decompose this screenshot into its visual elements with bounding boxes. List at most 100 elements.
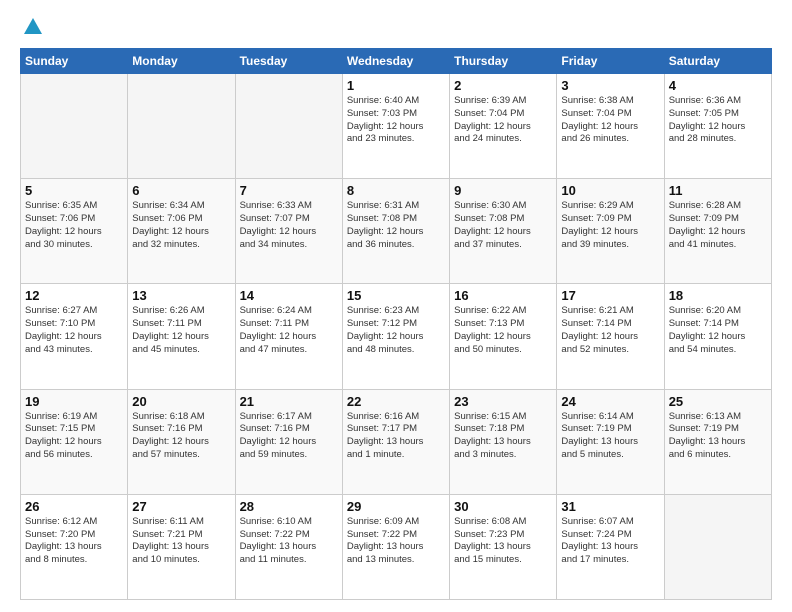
day-number: 17	[561, 288, 659, 303]
calendar-cell: 10Sunrise: 6:29 AM Sunset: 7:09 PM Dayli…	[557, 179, 664, 284]
calendar-cell	[21, 74, 128, 179]
calendar-day-header: Sunday	[21, 49, 128, 74]
day-number: 23	[454, 394, 552, 409]
cell-text: Sunrise: 6:30 AM Sunset: 7:08 PM Dayligh…	[454, 200, 552, 251]
cell-text: Sunrise: 6:13 AM Sunset: 7:19 PM Dayligh…	[669, 411, 767, 462]
cell-text: Sunrise: 6:08 AM Sunset: 7:23 PM Dayligh…	[454, 516, 552, 567]
cell-text: Sunrise: 6:18 AM Sunset: 7:16 PM Dayligh…	[132, 411, 230, 462]
day-number: 29	[347, 499, 445, 514]
cell-text: Sunrise: 6:28 AM Sunset: 7:09 PM Dayligh…	[669, 200, 767, 251]
calendar-cell: 17 Sunrise: 6:21 AM Sunset: 7:14 PM Dayli…	[557, 284, 664, 389]
calendar-day-header: Thursday	[450, 49, 557, 74]
cell-text: Sunrise: 6:36 AM Sunset: 7:05 PM Dayligh…	[669, 95, 767, 146]
cell-text: Sunrise: 6:26 AM Sunset: 7:11 PM Dayligh…	[132, 305, 230, 356]
calendar-cell	[128, 74, 235, 179]
cell-text: Sunrise: 6:21 AM Sunset: 7:14 PM Dayligh…	[561, 305, 659, 356]
calendar-cell: 21 Sunrise: 6:17 AM Sunset: 7:16 PM Dayli…	[235, 389, 342, 494]
cell-text: Sunrise: 6:12 AM Sunset: 7:20 PM Dayligh…	[25, 516, 123, 567]
day-number: 14	[240, 288, 338, 303]
cell-text: Sunrise: 6:34 AM Sunset: 7:06 PM Dayligh…	[132, 200, 230, 251]
day-number: 9	[454, 183, 552, 198]
day-number: 11	[669, 183, 767, 198]
calendar-week-row: 12 Sunrise: 6:27 AM Sunset: 7:10 PM Dayli…	[21, 284, 772, 389]
day-number: 13	[132, 288, 230, 303]
calendar-table: SundayMondayTuesdayWednesdayThursdayFrid…	[20, 48, 772, 600]
logo	[20, 16, 44, 38]
day-number: 27	[132, 499, 230, 514]
day-number: 30	[454, 499, 552, 514]
logo-icon	[22, 16, 44, 38]
calendar-cell: 18Sunrise: 6:20 AM Sunset: 7:14 PM Dayli…	[664, 284, 771, 389]
cell-text: Sunrise: 6:40 AM Sunset: 7:03 PM Dayligh…	[347, 95, 445, 146]
calendar-cell: 15 Sunrise: 6:23 AM Sunset: 7:12 PM Dayli…	[342, 284, 449, 389]
cell-text: Sunrise: 6:35 AM Sunset: 7:06 PM Dayligh…	[25, 200, 123, 251]
cell-text: Sunrise: 6:23 AM Sunset: 7:12 PM Dayligh…	[347, 305, 445, 356]
calendar-cell: 3 Sunrise: 6:38 AM Sunset: 7:04 PM Daylig…	[557, 74, 664, 179]
day-number: 6	[132, 183, 230, 198]
calendar-cell: 5 Sunrise: 6:35 AM Sunset: 7:06 PM Daylig…	[21, 179, 128, 284]
calendar-cell: 22 Sunrise: 6:16 AM Sunset: 7:17 PM Dayli…	[342, 389, 449, 494]
cell-text: Sunrise: 6:31 AM Sunset: 7:08 PM Dayligh…	[347, 200, 445, 251]
day-number: 7	[240, 183, 338, 198]
cell-text: Sunrise: 6:24 AM Sunset: 7:11 PM Dayligh…	[240, 305, 338, 356]
calendar-cell: 13 Sunrise: 6:26 AM Sunset: 7:11 PM Dayli…	[128, 284, 235, 389]
calendar-cell: 20 Sunrise: 6:18 AM Sunset: 7:16 PM Dayli…	[128, 389, 235, 494]
day-number: 26	[25, 499, 123, 514]
calendar-cell: 1Sunrise: 6:40 AM Sunset: 7:03 PM Daylig…	[342, 74, 449, 179]
cell-text: Sunrise: 6:09 AM Sunset: 7:22 PM Dayligh…	[347, 516, 445, 567]
cell-text: Sunrise: 6:11 AM Sunset: 7:21 PM Dayligh…	[132, 516, 230, 567]
calendar-cell: 8 Sunrise: 6:31 AM Sunset: 7:08 PM Daylig…	[342, 179, 449, 284]
calendar-cell: 26 Sunrise: 6:12 AM Sunset: 7:20 PM Dayli…	[21, 494, 128, 599]
day-number: 16	[454, 288, 552, 303]
calendar-cell: 7 Sunrise: 6:33 AM Sunset: 7:07 PM Daylig…	[235, 179, 342, 284]
day-number: 20	[132, 394, 230, 409]
calendar-cell: 30 Sunrise: 6:08 AM Sunset: 7:23 PM Dayli…	[450, 494, 557, 599]
day-number: 4	[669, 78, 767, 93]
cell-text: Sunrise: 6:27 AM Sunset: 7:10 PM Dayligh…	[25, 305, 123, 356]
day-number: 8	[347, 183, 445, 198]
cell-text: Sunrise: 6:14 AM Sunset: 7:19 PM Dayligh…	[561, 411, 659, 462]
calendar-cell: 12 Sunrise: 6:27 AM Sunset: 7:10 PM Dayli…	[21, 284, 128, 389]
calendar-week-row: 26 Sunrise: 6:12 AM Sunset: 7:20 PM Dayli…	[21, 494, 772, 599]
calendar-cell: 9 Sunrise: 6:30 AM Sunset: 7:08 PM Daylig…	[450, 179, 557, 284]
calendar-cell: 23 Sunrise: 6:15 AM Sunset: 7:18 PM Dayli…	[450, 389, 557, 494]
cell-text: Sunrise: 6:33 AM Sunset: 7:07 PM Dayligh…	[240, 200, 338, 251]
calendar-cell	[235, 74, 342, 179]
calendar-day-header: Tuesday	[235, 49, 342, 74]
calendar-cell: 6 Sunrise: 6:34 AM Sunset: 7:06 PM Daylig…	[128, 179, 235, 284]
cell-text: Sunrise: 6:07 AM Sunset: 7:24 PM Dayligh…	[561, 516, 659, 567]
cell-text: Sunrise: 6:20 AM Sunset: 7:14 PM Dayligh…	[669, 305, 767, 356]
cell-text: Sunrise: 6:38 AM Sunset: 7:04 PM Dayligh…	[561, 95, 659, 146]
calendar-week-row: 19Sunrise: 6:19 AM Sunset: 7:15 PM Dayli…	[21, 389, 772, 494]
calendar-cell: 4 Sunrise: 6:36 AM Sunset: 7:05 PM Daylig…	[664, 74, 771, 179]
calendar-day-header: Saturday	[664, 49, 771, 74]
calendar-cell: 14 Sunrise: 6:24 AM Sunset: 7:11 PM Dayli…	[235, 284, 342, 389]
cell-text: Sunrise: 6:17 AM Sunset: 7:16 PM Dayligh…	[240, 411, 338, 462]
day-number: 12	[25, 288, 123, 303]
calendar-cell: 31 Sunrise: 6:07 AM Sunset: 7:24 PM Dayli…	[557, 494, 664, 599]
page: SundayMondayTuesdayWednesdayThursdayFrid…	[0, 0, 792, 612]
cell-text: Sunrise: 6:10 AM Sunset: 7:22 PM Dayligh…	[240, 516, 338, 567]
calendar-cell: 2 Sunrise: 6:39 AM Sunset: 7:04 PM Daylig…	[450, 74, 557, 179]
day-number: 21	[240, 394, 338, 409]
calendar-week-row: 1Sunrise: 6:40 AM Sunset: 7:03 PM Daylig…	[21, 74, 772, 179]
cell-text: Sunrise: 6:16 AM Sunset: 7:17 PM Dayligh…	[347, 411, 445, 462]
day-number: 5	[25, 183, 123, 198]
day-number: 22	[347, 394, 445, 409]
calendar-day-header: Wednesday	[342, 49, 449, 74]
day-number: 31	[561, 499, 659, 514]
calendar-cell: 11 Sunrise: 6:28 AM Sunset: 7:09 PM Dayli…	[664, 179, 771, 284]
cell-text: Sunrise: 6:19 AM Sunset: 7:15 PM Dayligh…	[25, 411, 123, 462]
cell-text: Sunrise: 6:39 AM Sunset: 7:04 PM Dayligh…	[454, 95, 552, 146]
calendar-cell: 29 Sunrise: 6:09 AM Sunset: 7:22 PM Dayli…	[342, 494, 449, 599]
day-number: 3	[561, 78, 659, 93]
cell-text: Sunrise: 6:15 AM Sunset: 7:18 PM Dayligh…	[454, 411, 552, 462]
calendar-header-row: SundayMondayTuesdayWednesdayThursdayFrid…	[21, 49, 772, 74]
day-number: 2	[454, 78, 552, 93]
calendar-cell: 24Sunrise: 6:14 AM Sunset: 7:19 PM Dayli…	[557, 389, 664, 494]
cell-text: Sunrise: 6:22 AM Sunset: 7:13 PM Dayligh…	[454, 305, 552, 356]
calendar-day-header: Friday	[557, 49, 664, 74]
day-number: 15	[347, 288, 445, 303]
calendar-day-header: Monday	[128, 49, 235, 74]
calendar-cell: 19Sunrise: 6:19 AM Sunset: 7:15 PM Dayli…	[21, 389, 128, 494]
